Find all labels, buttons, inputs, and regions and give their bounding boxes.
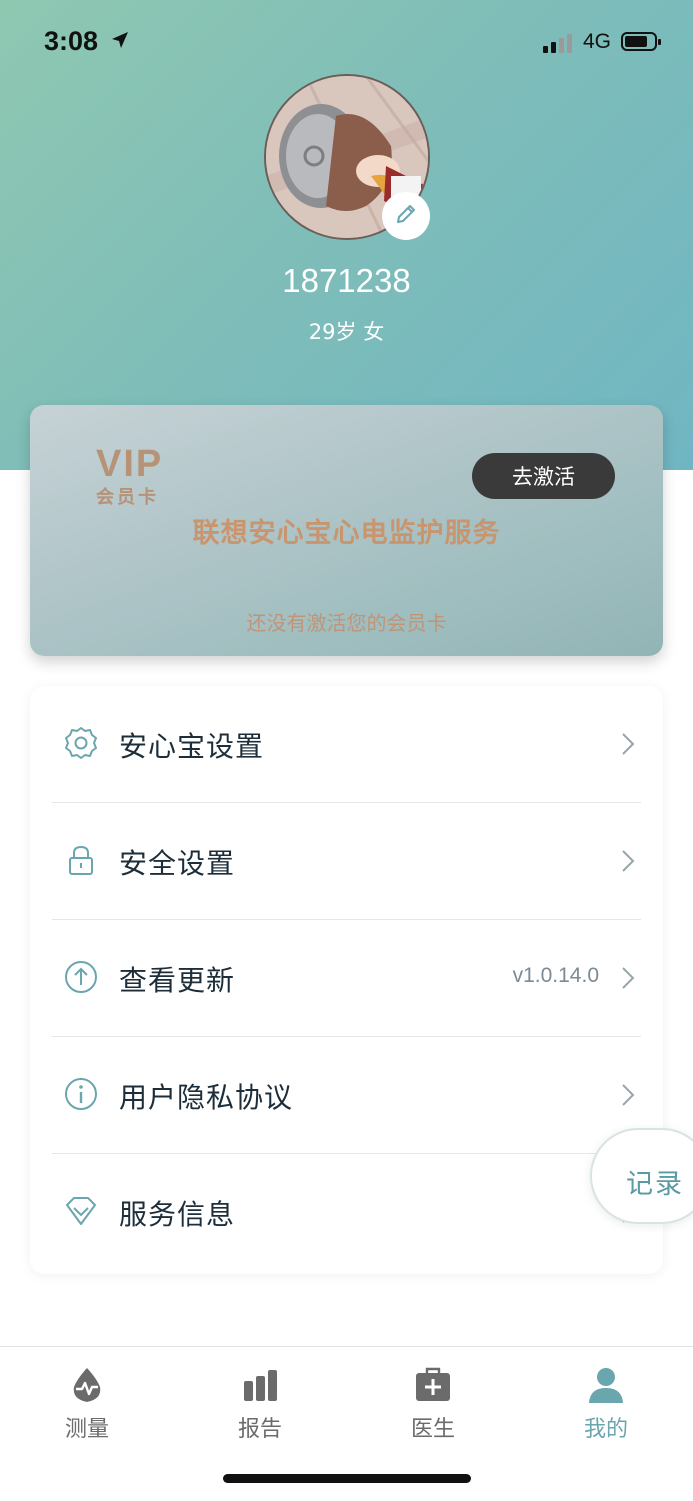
user-age-gender: 29岁 女 [308,320,385,344]
gear-icon [64,726,98,760]
vip-service-name: 联想安心宝心电监护服务 [192,518,501,549]
menu-item-label: 查看更新 [119,964,236,997]
medical-kit-icon [413,1365,453,1405]
pencil-icon [394,202,418,230]
bar-chart-icon [240,1365,280,1405]
menu-item-label: 用户隐私协议 [119,1081,294,1114]
settings-menu: 安心宝设置 安全设置 查看更新 v1.0.14.0 用户隐私协议 服务信息 [30,686,663,1274]
tab-doctor[interactable]: 医生 [378,1365,488,1445]
menu-item-security-settings[interactable]: 安全设置 [30,803,663,920]
battery-icon [621,32,661,51]
status-time: 3:08 [44,26,99,56]
chevron-right-icon [621,732,635,756]
home-indicator[interactable] [223,1474,471,1483]
menu-item-privacy-policy[interactable]: 用户隐私协议 [30,1037,663,1154]
user-icon [586,1365,626,1405]
menu-item-label: 服务信息 [119,1198,236,1231]
chevron-right-icon [621,966,635,990]
tab-report[interactable]: 报告 [205,1365,315,1445]
location-arrow-icon [110,30,130,54]
tab-label: 报告 [237,1417,282,1442]
record-floating-button[interactable]: 记录 [590,1128,693,1224]
user-id: 1871238 [282,262,411,299]
menu-item-device-settings[interactable]: 安心宝设置 [30,686,663,803]
edit-avatar-button[interactable] [382,192,430,240]
tab-mine[interactable]: 我的 [551,1365,661,1445]
signal-icon [543,33,572,53]
menu-item-check-update[interactable]: 查看更新 v1.0.14.0 [30,920,663,1037]
tab-label: 我的 [583,1417,628,1442]
tab-label: 测量 [64,1417,109,1442]
info-icon [64,1077,98,1111]
vip-status-text: 还没有激活您的会员卡 [246,611,447,635]
tab-label: 医生 [410,1417,455,1442]
vip-title: VIP [96,443,164,485]
record-label: 记录 [626,1169,684,1200]
menu-item-service-info[interactable]: 服务信息 [30,1154,663,1271]
menu-item-label: 安全设置 [119,847,236,880]
tab-measure[interactable]: 测量 [32,1365,142,1445]
heart-pulse-icon [67,1365,107,1405]
app-version: v1.0.14.0 [512,964,599,987]
diamond-icon [64,1194,98,1228]
chevron-right-icon [621,1083,635,1107]
vip-card: VIP 会员卡 去激活 联想安心宝心电监护服务 还没有激活您的会员卡 [30,405,663,656]
menu-item-label: 安心宝设置 [119,730,265,763]
upload-arrow-icon [64,960,98,994]
chevron-right-icon [621,849,635,873]
network-type: 4G [583,30,612,53]
lock-icon [64,843,98,877]
vip-subtitle: 会员卡 [96,487,159,508]
activate-button[interactable]: 去激活 [472,453,615,499]
